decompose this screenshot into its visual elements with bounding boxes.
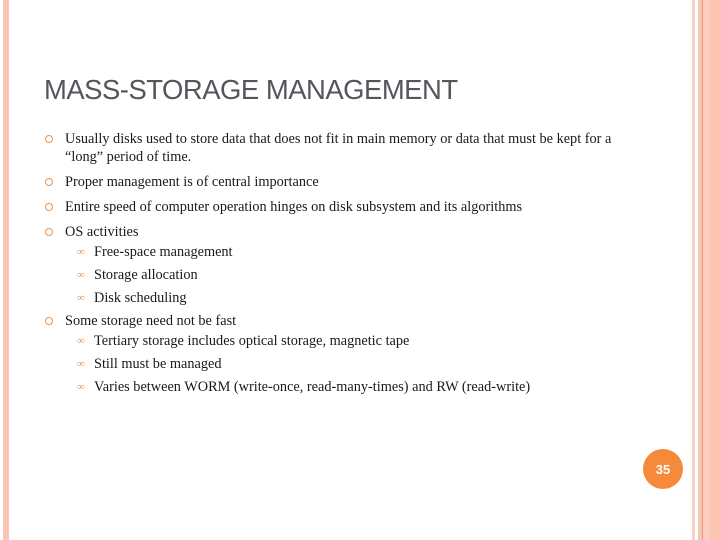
sub-list: ∞ Free-space management ∞ Storage allocati… xyxy=(65,241,644,310)
bullet-text: Some storage need not be fast xyxy=(65,313,237,329)
slide-title: MASS-STORAGE MANAGEMENT xyxy=(44,74,458,105)
bullet-item: Some storage need not be fast ∞ Tertiary … xyxy=(44,312,644,399)
hollow-circle-icon xyxy=(45,317,53,325)
hollow-circle-icon xyxy=(45,135,53,143)
bullet-item: Usually disks used to store data that do… xyxy=(44,130,644,166)
hollow-circle-icon xyxy=(45,203,53,211)
sub-bullet-item: ∞ Storage allocation xyxy=(65,264,644,287)
bullet-text: Entire speed of computer operation hinge… xyxy=(65,199,523,215)
bullet-item: OS activities ∞ Free-space management ∞ St… xyxy=(44,223,644,310)
bullet-text: Usually disks used to store data that do… xyxy=(65,131,612,165)
left-border-stripe xyxy=(3,0,9,540)
right-border-stripe xyxy=(709,0,720,540)
sub-bullet-item: ∞ Free-space management xyxy=(65,241,644,264)
bullet-text: OS activities xyxy=(65,224,139,240)
curl-ornament-icon: ∞ xyxy=(77,292,85,304)
slide-body: Usually disks used to store data that do… xyxy=(44,130,644,406)
bullet-text: Proper management is of central importan… xyxy=(65,174,319,190)
right-border-stripe xyxy=(692,0,695,540)
hollow-circle-icon xyxy=(45,178,53,186)
curl-ornament-icon: ∞ xyxy=(77,269,85,281)
sub-bullet-item: ∞ Disk scheduling xyxy=(65,287,644,310)
bullet-item: Proper management is of central importan… xyxy=(44,173,644,191)
curl-ornament-icon: ∞ xyxy=(77,381,85,393)
bullet-item: Entire speed of computer operation hinge… xyxy=(44,198,644,216)
sub-list: ∞ Tertiary storage includes optical stora… xyxy=(65,330,644,399)
curl-ornament-icon: ∞ xyxy=(77,335,85,347)
sub-bullet-item: ∞ Varies between WORM (write-once, read-m… xyxy=(65,376,644,399)
curl-ornament-icon: ∞ xyxy=(77,246,85,258)
sub-bullet-item: ∞ Still must be managed xyxy=(65,353,644,376)
curl-ornament-icon: ∞ xyxy=(77,358,85,370)
page-number-badge: 35 xyxy=(643,449,683,489)
hollow-circle-icon xyxy=(45,228,53,236)
sub-bullet-item: ∞ Tertiary storage includes optical stora… xyxy=(65,330,644,353)
